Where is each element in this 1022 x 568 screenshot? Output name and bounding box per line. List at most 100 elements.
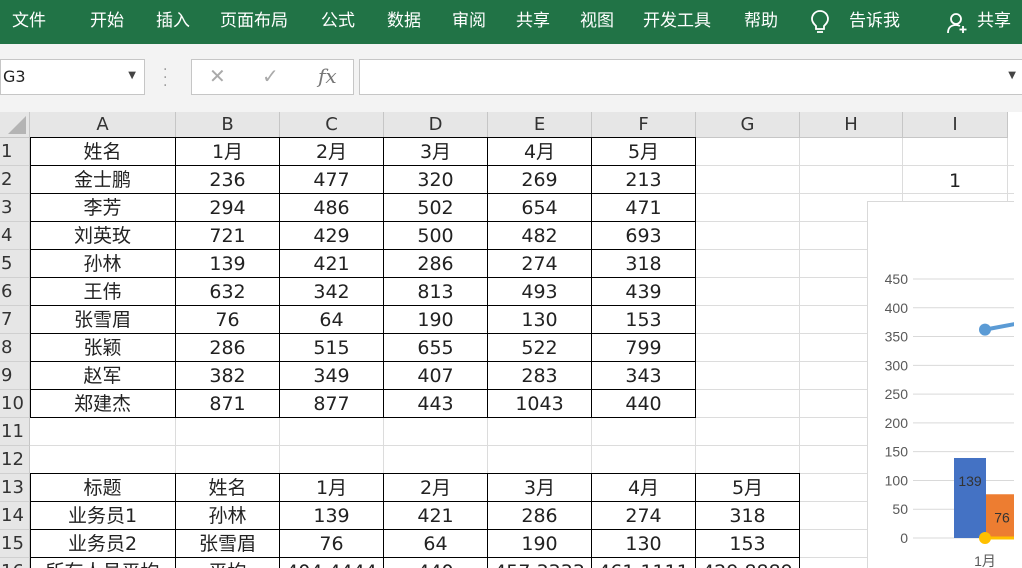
- cancel-icon[interactable]: ✕: [209, 64, 226, 88]
- cell-C1[interactable]: 2月: [280, 138, 384, 166]
- cell-B6[interactable]: 632: [176, 278, 280, 306]
- cell-F8[interactable]: 799: [592, 334, 696, 362]
- cell-F2[interactable]: 213: [592, 166, 696, 194]
- cell-D14[interactable]: 421: [384, 502, 488, 530]
- expand-chevron-icon[interactable]: ▼: [1008, 70, 1016, 81]
- cell-D9[interactable]: 407: [384, 362, 488, 390]
- column-header-A[interactable]: A: [30, 112, 176, 138]
- row-header-16[interactable]: 16: [0, 558, 30, 568]
- cell-A3[interactable]: 李芳: [30, 194, 176, 222]
- cell-E5[interactable]: 274: [488, 250, 592, 278]
- cell-C7[interactable]: 64: [280, 306, 384, 334]
- share-person-icon[interactable]: [946, 11, 968, 35]
- lightbulb-icon[interactable]: [810, 9, 830, 35]
- cell-B3[interactable]: 294: [176, 194, 280, 222]
- cell-C13[interactable]: 1月: [280, 474, 384, 502]
- cell-B13[interactable]: 姓名: [176, 474, 280, 502]
- cell-D2[interactable]: 320: [384, 166, 488, 194]
- select-all-corner[interactable]: [0, 112, 30, 138]
- insert-function-icon[interactable]: fx: [318, 64, 337, 88]
- cell-F6[interactable]: 439: [592, 278, 696, 306]
- cell-F1[interactable]: 5月: [592, 138, 696, 166]
- embedded-chart[interactable]: 0 50 100 150 200 250 300 350 400 450 139 76 1月: [867, 201, 1022, 568]
- cell-B7[interactable]: 76: [176, 306, 280, 334]
- cell-C8[interactable]: 515: [280, 334, 384, 362]
- tab-insert[interactable]: 插入: [156, 0, 190, 44]
- cell-C3[interactable]: 486: [280, 194, 384, 222]
- cell-E16[interactable]: 457.3333: [488, 558, 592, 568]
- cell-F16[interactable]: 461.1111: [592, 558, 696, 568]
- cell-C9[interactable]: 349: [280, 362, 384, 390]
- cell-E3[interactable]: 654: [488, 194, 592, 222]
- cell-F4[interactable]: 693: [592, 222, 696, 250]
- cell-B4[interactable]: 721: [176, 222, 280, 250]
- column-header-D[interactable]: D: [384, 112, 488, 138]
- cell-F5[interactable]: 318: [592, 250, 696, 278]
- tab-share[interactable]: 共享: [516, 0, 550, 44]
- cell-F13[interactable]: 4月: [592, 474, 696, 502]
- cell-A16[interactable]: 所有人员平均: [30, 558, 176, 568]
- cell-D6[interactable]: 813: [384, 278, 488, 306]
- cell-D4[interactable]: 500: [384, 222, 488, 250]
- cell-D10[interactable]: 443: [384, 390, 488, 418]
- cell-D5[interactable]: 286: [384, 250, 488, 278]
- cell-F3[interactable]: 471: [592, 194, 696, 222]
- cell-C10[interactable]: 877: [280, 390, 384, 418]
- cell-E6[interactable]: 493: [488, 278, 592, 306]
- cell-B15[interactable]: 张雪眉: [176, 530, 280, 558]
- cell-A8[interactable]: 张颖: [30, 334, 176, 362]
- cell-D16[interactable]: 440: [384, 558, 488, 568]
- cell-A15[interactable]: 业务员2: [30, 530, 176, 558]
- cell-E15[interactable]: 190: [488, 530, 592, 558]
- tab-review[interactable]: 审阅: [452, 0, 486, 44]
- cell-F9[interactable]: 343: [592, 362, 696, 390]
- cell-I2[interactable]: 1: [903, 167, 1007, 195]
- cell-E7[interactable]: 130: [488, 306, 592, 334]
- cell-G16[interactable]: 429.8889: [696, 558, 800, 568]
- cell-E10[interactable]: 1043: [488, 390, 592, 418]
- row-header-9[interactable]: 9: [0, 362, 30, 390]
- cell-E8[interactable]: 522: [488, 334, 592, 362]
- cell-B9[interactable]: 382: [176, 362, 280, 390]
- cell-C16[interactable]: 404.4444: [280, 558, 384, 568]
- cell-B8[interactable]: 286: [176, 334, 280, 362]
- cell-D7[interactable]: 190: [384, 306, 488, 334]
- cell-B5[interactable]: 139: [176, 250, 280, 278]
- cell-G14[interactable]: 318: [696, 502, 800, 530]
- cell-C14[interactable]: 139: [280, 502, 384, 530]
- formula-input[interactable]: ▼: [359, 59, 1022, 95]
- row-header-5[interactable]: 5: [0, 250, 30, 278]
- share-button[interactable]: 共享: [977, 0, 1011, 44]
- tab-formulas[interactable]: 公式: [321, 0, 355, 44]
- cell-C5[interactable]: 421: [280, 250, 384, 278]
- cell-B14[interactable]: 孙林: [176, 502, 280, 530]
- cell-A2[interactable]: 金士鹏: [30, 166, 176, 194]
- cell-G13[interactable]: 5月: [696, 474, 800, 502]
- column-header-H[interactable]: H: [800, 112, 903, 138]
- row-header-12[interactable]: 12: [0, 446, 30, 474]
- cell-E13[interactable]: 3月: [488, 474, 592, 502]
- cell-F10[interactable]: 440: [592, 390, 696, 418]
- worksheet-grid[interactable]: ABCDEFGHI 12345678910111213141516 姓名1月2月…: [0, 112, 1022, 568]
- cell-D8[interactable]: 655: [384, 334, 488, 362]
- cell-A1[interactable]: 姓名: [30, 138, 176, 166]
- cell-C15[interactable]: 76: [280, 530, 384, 558]
- cell-F7[interactable]: 153: [592, 306, 696, 334]
- row-header-8[interactable]: 8: [0, 334, 30, 362]
- cell-E2[interactable]: 269: [488, 166, 592, 194]
- cell-E14[interactable]: 286: [488, 502, 592, 530]
- row-header-6[interactable]: 6: [0, 278, 30, 306]
- cell-A6[interactable]: 王伟: [30, 278, 176, 306]
- row-header-13[interactable]: 13: [0, 474, 30, 502]
- cell-C4[interactable]: 429: [280, 222, 384, 250]
- column-header-E[interactable]: E: [488, 112, 592, 138]
- cell-D15[interactable]: 64: [384, 530, 488, 558]
- cell-G15[interactable]: 153: [696, 530, 800, 558]
- row-header-7[interactable]: 7: [0, 306, 30, 334]
- row-header-1[interactable]: 1: [0, 138, 30, 166]
- cell-A7[interactable]: 张雪眉: [30, 306, 176, 334]
- row-header-4[interactable]: 4: [0, 222, 30, 250]
- cell-B16[interactable]: 平均: [176, 558, 280, 568]
- row-header-14[interactable]: 14: [0, 502, 30, 530]
- cell-E9[interactable]: 283: [488, 362, 592, 390]
